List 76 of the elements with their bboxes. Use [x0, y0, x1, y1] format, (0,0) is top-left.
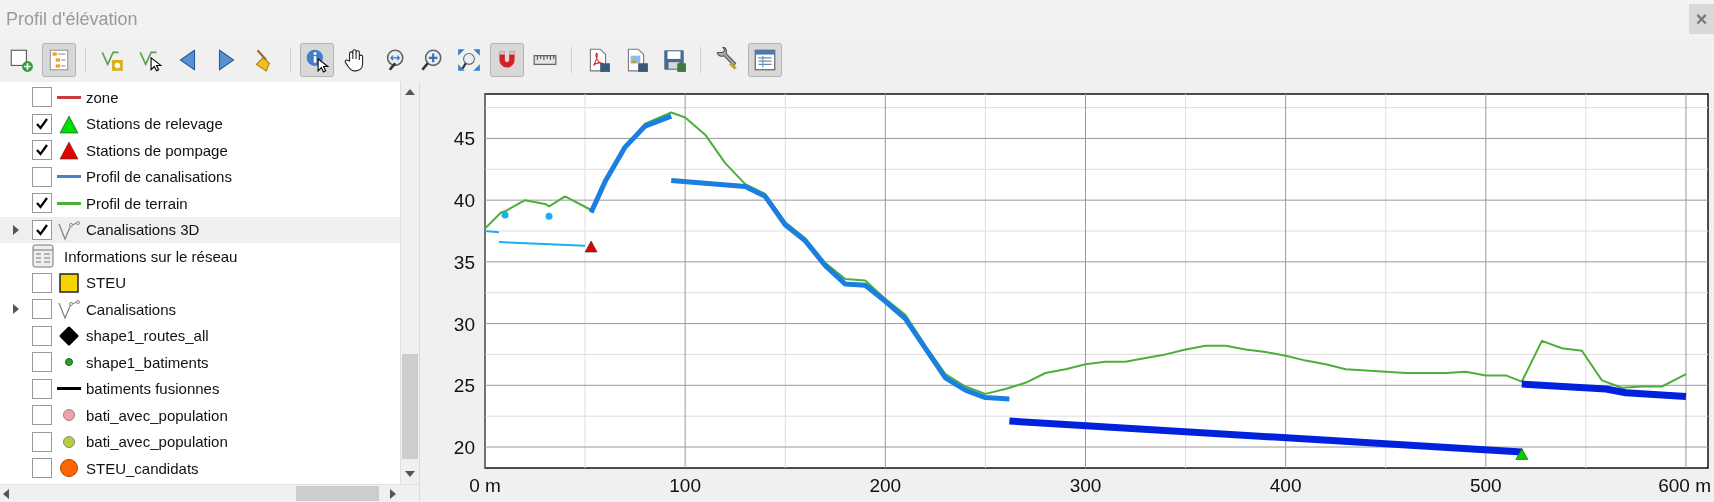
layer-checkbox[interactable] — [32, 140, 52, 161]
layer-name: zone — [86, 88, 119, 106]
save-icon — [661, 47, 687, 73]
layer-name: Informations sur le réseau — [64, 247, 238, 265]
layer-row[interactable]: shape1_routes_all — [0, 322, 400, 349]
layer-name: STEU — [86, 274, 126, 292]
layer-row[interactable]: Stations de pompage — [0, 137, 400, 164]
axis-label: 45 — [453, 128, 475, 150]
horizontal-scrollbar[interactable] — [0, 484, 419, 502]
layer-name: Canalisations — [86, 300, 177, 318]
window-icon — [752, 47, 778, 73]
axis-label: 25 — [453, 375, 475, 397]
layer-checkbox[interactable] — [32, 431, 52, 452]
layer-name: bati_avec_population — [86, 406, 228, 424]
expand-arrow-icon[interactable] — [11, 304, 21, 315]
layer-checkbox[interactable] — [32, 272, 52, 293]
layer-checkbox[interactable] — [32, 299, 52, 320]
down-arrow-icon[interactable] — [405, 470, 415, 478]
layer-name: Canalisations 3D — [86, 221, 200, 239]
right-arrow-icon[interactable] — [389, 488, 397, 499]
layer-row[interactable]: STEU_candidats — [0, 455, 400, 482]
layer-checkbox[interactable] — [32, 219, 52, 240]
axis-label: 30 — [453, 313, 475, 335]
table-icon — [32, 244, 54, 269]
layer-checkbox[interactable] — [32, 378, 52, 399]
layer-row[interactable]: Profil de canalisations — [0, 163, 400, 190]
layer-name: bati_avec_population — [86, 433, 228, 451]
layer-checkbox[interactable] — [32, 458, 52, 479]
layer-checkbox[interactable] — [32, 352, 52, 373]
axis-label: 0 m — [469, 475, 501, 496]
axis-label: 35 — [453, 251, 475, 273]
layer-name: batiments fusionnes — [86, 380, 220, 398]
layer-row[interactable]: Profil de terrain — [0, 190, 400, 217]
layer-name: shape1_batiments — [86, 353, 209, 371]
left-arrow-icon[interactable] — [2, 488, 10, 499]
zoom-extent-icon — [456, 47, 482, 73]
axis-label: 300 — [1069, 475, 1102, 496]
axis-label: 40 — [453, 190, 475, 212]
layer-row[interactable]: batiments fusionnes — [0, 375, 400, 402]
axis-label: 500 — [1469, 475, 1502, 496]
layer-row[interactable]: shape1_batiments — [0, 349, 400, 376]
layer-row[interactable]: Canalisations 3D — [0, 216, 400, 243]
axis-label: 600 m — [1658, 475, 1711, 496]
scrollbar-thumb[interactable] — [296, 486, 379, 501]
layer-row[interactable]: Stations de relevage — [0, 110, 400, 137]
wrench-icon — [714, 47, 740, 73]
layer-checkbox[interactable] — [32, 405, 52, 426]
layer-name: Profil de canalisations — [86, 168, 232, 186]
scrollbar-thumb[interactable] — [402, 354, 418, 459]
layer-name: Profil de terrain — [86, 194, 188, 212]
layer-name: STEU_candidats — [86, 459, 199, 477]
layer-row[interactable]: Informations sur le réseau — [0, 243, 400, 270]
layer-row[interactable]: bati_avec_population — [0, 402, 400, 429]
layer-row[interactable]: STEU — [0, 269, 400, 296]
axis-label: 200 — [869, 475, 902, 496]
layer-checkbox[interactable] — [32, 193, 52, 214]
window-title: Profil d'élévation — [6, 8, 138, 30]
layer-checkbox[interactable] — [32, 166, 52, 187]
layer-checkbox[interactable] — [32, 113, 52, 134]
layer-row[interactable]: bati_avec_population — [0, 428, 400, 455]
vertical-scrollbar[interactable] — [400, 82, 419, 484]
layer-checkbox[interactable] — [32, 325, 52, 346]
expand-arrow-icon[interactable] — [11, 224, 21, 235]
layer-name: Stations de pompage — [86, 141, 228, 159]
toolbar-button[interactable] — [300, 43, 334, 77]
up-arrow-icon[interactable] — [405, 88, 415, 96]
layer-name: shape1_routes_all — [86, 327, 209, 345]
axis-label: 100 — [669, 475, 701, 496]
info-cursor-icon — [304, 47, 330, 73]
layer-row[interactable]: zone — [0, 84, 400, 111]
square-plus-icon — [8, 47, 34, 73]
axis-label: 20 — [453, 437, 475, 458]
layer-row[interactable]: Canalisations — [0, 296, 400, 323]
layer-name: Stations de relevage — [86, 115, 223, 133]
layer-checkbox[interactable] — [32, 87, 52, 108]
axis-label: 400 — [1269, 475, 1302, 496]
